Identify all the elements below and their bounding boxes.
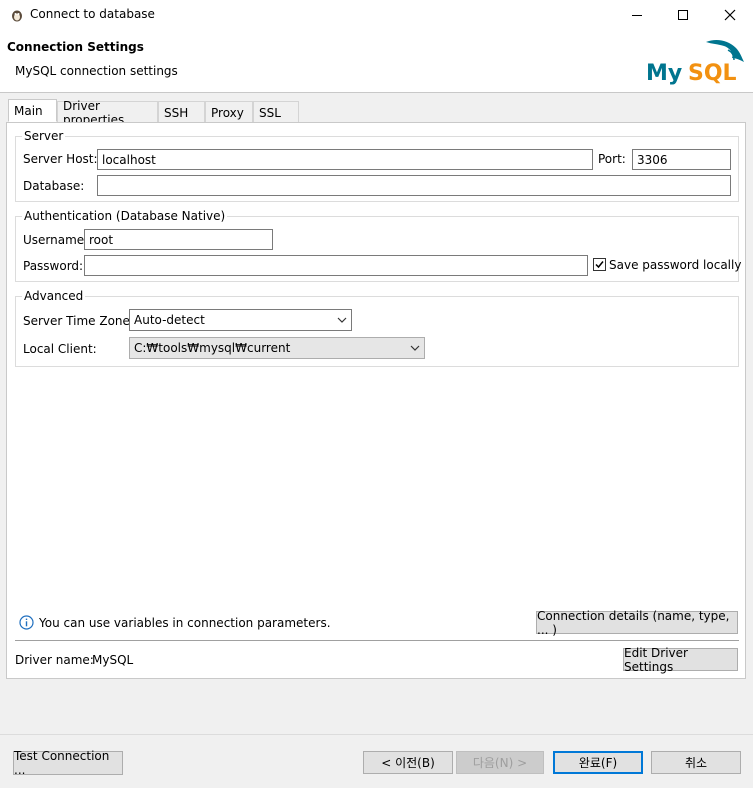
back-button[interactable]: < 이전(B) [363,751,453,774]
local-client-select[interactable]: C:₩tools₩mysql₩current [129,337,425,359]
tab-proxy[interactable]: Proxy [205,101,253,123]
tab-ssl[interactable]: SSL [253,101,299,123]
chevron-down-icon [410,345,420,351]
window-title: Connect to database [30,7,155,21]
server-host-label: Server Host: [23,152,98,166]
page-title: Connection Settings [7,40,144,54]
timezone-label: Server Time Zone: [23,314,134,328]
connection-details-button[interactable]: Connection details (name, type, ... ) [536,609,738,637]
timezone-value: Auto-detect [134,313,205,327]
info-icon [19,615,34,630]
save-password-label[interactable]: Save password locally [609,258,741,272]
password-label: Password: [23,259,84,273]
maximize-button[interactable] [660,0,706,30]
finish-button[interactable]: 완료(F) [553,751,643,774]
save-password-checkbox[interactable] [593,258,606,271]
maximize-icon [678,10,688,20]
password-input[interactable] [84,255,588,276]
minimize-icon [632,15,642,16]
variables-info-text: You can use variables in connection para… [39,616,331,630]
close-button[interactable] [707,0,753,30]
auth-group-label: Authentication (Database Native) [22,209,228,223]
server-host-input[interactable] [97,149,593,170]
port-input[interactable] [632,149,731,170]
local-client-label: Local Client: [23,342,97,356]
database-input[interactable] [97,175,731,196]
tab-driver-properties[interactable]: Driver properties [57,99,158,127]
checkmark-icon [595,261,604,269]
driver-name-label: Driver name: [15,653,94,667]
next-button[interactable]: 다음(N) > [456,751,544,774]
database-label: Database: [23,179,85,193]
test-connection-button[interactable]: Test Connection ... [13,749,123,777]
tab-ssh[interactable]: SSH [158,101,205,123]
cancel-button[interactable]: 취소 [651,751,741,774]
port-label: Port: [598,152,626,166]
footer-divider [0,734,753,735]
edit-driver-settings-button[interactable]: Edit Driver Settings [623,646,738,674]
page-subtitle: MySQL connection settings [15,64,178,78]
close-icon [724,9,736,21]
mysql-logo: My SQL [644,36,748,86]
tab-main[interactable]: Main [8,99,57,122]
logo-text-my: My [646,61,682,86]
timezone-select[interactable]: Auto-detect [129,309,352,331]
divider [15,640,739,641]
chevron-down-icon [337,317,347,323]
local-client-value: C:₩tools₩mysql₩current [134,341,291,355]
minimize-button[interactable] [614,0,660,30]
driver-name-value: MySQL [92,653,134,667]
username-input[interactable] [84,229,273,250]
server-group-label: Server [22,129,66,143]
advanced-group-label: Advanced [22,289,86,303]
app-icon [9,7,25,23]
main-panel [6,122,746,679]
username-label: Username: [23,233,89,247]
logo-text-sql: SQL [688,61,737,86]
